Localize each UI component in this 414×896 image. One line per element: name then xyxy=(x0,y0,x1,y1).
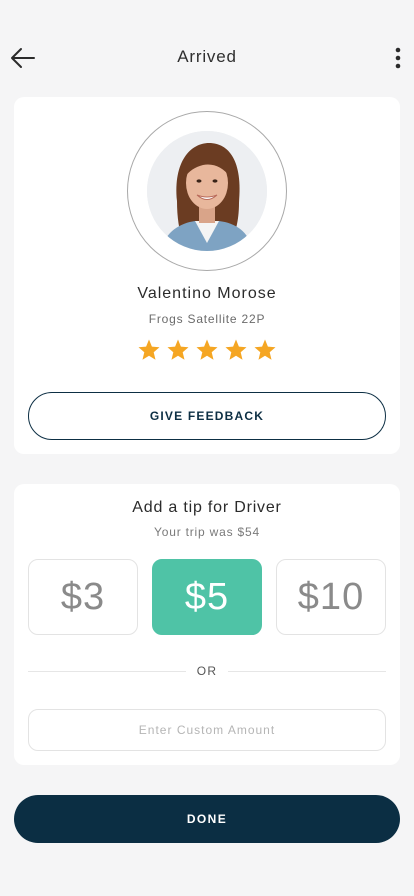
star-icon xyxy=(254,339,276,360)
custom-amount-input[interactable] xyxy=(28,709,386,751)
more-vertical-icon xyxy=(395,47,401,69)
star-icon xyxy=(225,339,247,360)
trip-cost-text: Your trip was $54 xyxy=(154,525,260,539)
driver-photo xyxy=(147,131,267,251)
star-icon xyxy=(138,339,160,360)
star-icon xyxy=(167,339,189,360)
tip-option-5[interactable]: $5 xyxy=(152,559,262,635)
driver-name: Valentino Morose xyxy=(137,285,277,302)
driver-card: Valentino Morose Frogs Satellite 22P GIV… xyxy=(14,97,400,454)
or-divider: OR xyxy=(28,662,386,682)
tip-title: Add a tip for Driver xyxy=(132,499,282,516)
avatar-ring xyxy=(127,111,287,271)
top-bar: Arrived xyxy=(0,36,414,80)
give-feedback-button[interactable]: GIVE FEEDBACK xyxy=(28,392,386,440)
tip-option-10[interactable]: $10 xyxy=(276,559,386,635)
divider-line-right xyxy=(228,671,386,672)
more-options-button[interactable] xyxy=(392,46,404,70)
rating-stars xyxy=(14,338,400,362)
star-icon xyxy=(196,339,218,360)
tip-card: Add a tip for Driver Your trip was $54 $… xyxy=(14,484,400,765)
page-title: Arrived xyxy=(177,47,237,66)
tip-option-3[interactable]: $3 xyxy=(28,559,138,635)
driver-avatar xyxy=(147,131,267,251)
done-button[interactable]: DONE xyxy=(14,795,400,843)
driver-vehicle: Frogs Satellite 22P xyxy=(148,312,266,326)
